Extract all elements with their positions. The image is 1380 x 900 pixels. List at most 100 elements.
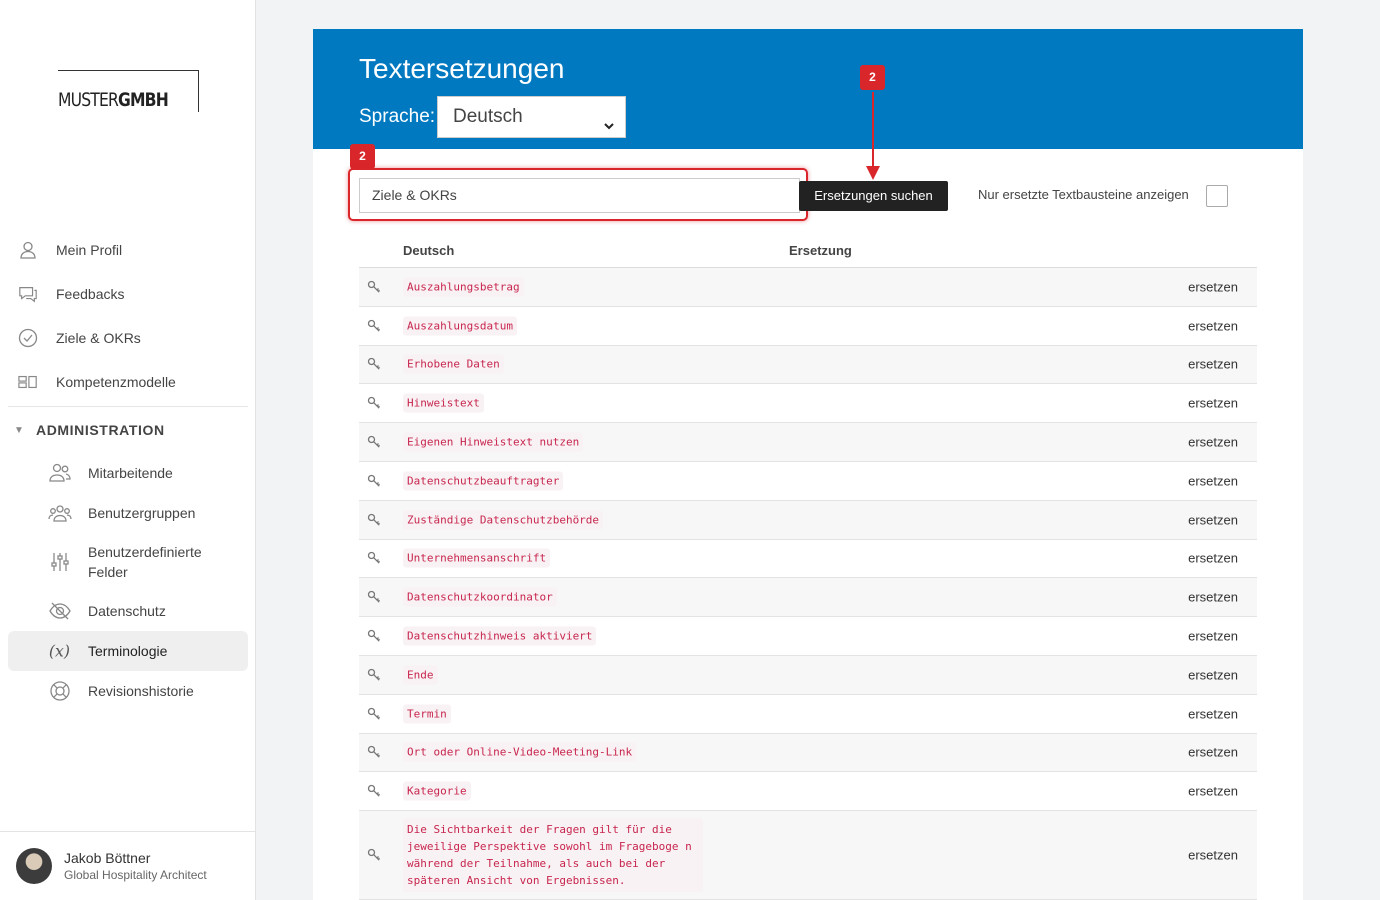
key-icon — [367, 396, 381, 410]
sidebar-item-terminology[interactable]: (x) Terminologie — [8, 631, 248, 671]
chevron-down-icon — [603, 109, 615, 149]
language-label: Sprache: — [359, 106, 436, 127]
table-row: Ende ersetzen — [359, 655, 1257, 695]
replace-link[interactable]: ersetzen — [1188, 473, 1238, 488]
filter-only-replaced-checkbox[interactable] — [1206, 185, 1228, 207]
table-row: Ort oder Online-Video-Meeting-Link ersetz… — [359, 733, 1257, 773]
search-replacements-button[interactable]: Ersetzungen suchen — [799, 181, 948, 211]
term-key: Auszahlungsdatum — [403, 316, 517, 336]
search-input[interactable]: Ziele & OKRs — [359, 178, 800, 213]
logo[interactable]: MUSTERGMBH — [58, 70, 199, 112]
term-key: Eigenen Hinweistext nutzen — [403, 432, 584, 452]
nav-item-label: Feedbacks — [56, 286, 125, 302]
term-key: Erhobene Daten — [403, 354, 504, 374]
key-icon — [367, 551, 381, 565]
key-icon — [367, 668, 381, 682]
term-key: Unternehmensanschrift — [403, 548, 551, 568]
key-icon — [367, 784, 381, 798]
key-icon — [367, 474, 381, 488]
replace-link[interactable]: ersetzen — [1188, 512, 1238, 527]
replace-link[interactable]: ersetzen — [1188, 706, 1238, 721]
replace-link[interactable]: ersetzen — [1188, 435, 1238, 450]
svg-text:(x): (x) — [49, 642, 70, 661]
nav-item-goals[interactable]: Ziele & OKRs — [8, 316, 248, 360]
user-name: Jakob Böttner — [64, 850, 151, 866]
annotation-badge-top: 2 — [860, 65, 885, 90]
replace-link[interactable]: ersetzen — [1188, 848, 1238, 863]
variable-icon: (x) — [48, 639, 72, 663]
sidebar: MUSTERGMBH Mein Profil Feedbacks Ziele &… — [0, 0, 256, 900]
replace-link[interactable]: ersetzen — [1188, 318, 1238, 333]
replace-link[interactable]: ersetzen — [1188, 590, 1238, 605]
table-row: Kategorie ersetzen — [359, 772, 1257, 812]
sidebar-item-label: Benutzerdefinierte Felder — [88, 544, 202, 580]
sidebar-item-label: Terminologie — [88, 643, 168, 659]
language-select-value: Deutsch — [453, 106, 523, 127]
term-key: Auszahlungsbetrag — [403, 277, 524, 297]
replace-link[interactable]: ersetzen — [1188, 667, 1238, 682]
user-role: Global Hospitality Architect — [64, 868, 207, 882]
key-icon — [367, 590, 381, 604]
replace-link[interactable]: ersetzen — [1188, 279, 1238, 294]
chat-icon — [18, 284, 38, 304]
table-row: Auszahlungsbetrag ersetzen — [359, 268, 1257, 307]
model-icon — [18, 372, 38, 392]
replace-link[interactable]: ersetzen — [1188, 551, 1238, 566]
logo-text-part1: MUSTER — [58, 89, 119, 111]
user-profile[interactable]: Jakob Böttner Global Hospitality Archite… — [0, 831, 256, 900]
term-key: Die Sichtbarkeit der Fragen gilt für die… — [403, 818, 703, 893]
lifebuoy-icon — [48, 679, 72, 703]
term-key: Ende — [403, 665, 438, 685]
key-icon — [367, 357, 381, 371]
table-row: Eigenen Hinweistext nutzen ersetzen — [359, 423, 1257, 462]
key-icon — [367, 319, 381, 333]
main-nav: Mein Profil Feedbacks Ziele & OKRs Kompe… — [8, 228, 248, 711]
key-icon — [367, 513, 381, 527]
replace-link[interactable]: ersetzen — [1188, 357, 1238, 372]
column-header-deutsch: Deutsch — [403, 243, 455, 258]
sidebar-item-custom-fields[interactable]: Benutzerdefinierte Felder — [8, 533, 248, 591]
key-icon — [367, 629, 381, 643]
replace-link[interactable]: ersetzen — [1188, 784, 1238, 799]
page-title: Textersetzungen — [359, 53, 565, 84]
table-row: Datenschutzbeauftragter ersetzen — [359, 462, 1257, 501]
sidebar-item-user-groups[interactable]: Benutzergruppen — [8, 493, 248, 533]
key-icon — [367, 848, 381, 862]
language-select[interactable]: Deutsch — [437, 96, 626, 138]
annotation-arrow — [866, 92, 880, 180]
replace-link[interactable]: ersetzen — [1188, 745, 1238, 760]
sidebar-item-revision-history[interactable]: Revisionshistorie — [8, 671, 248, 711]
avatar — [16, 848, 52, 884]
table-row: Erhobene Daten ersetzen — [359, 345, 1257, 385]
admin-section-label: ADMINISTRATION — [36, 422, 165, 438]
table-row: Unternehmensanschrift ersetzen — [359, 540, 1257, 579]
term-key: Ort oder Online-Video-Meeting-Link — [403, 742, 637, 762]
table-row: Termin ersetzen — [359, 695, 1257, 734]
table-row: Datenschutzhinweis aktiviert ersetzen — [359, 617, 1257, 656]
admin-section-toggle[interactable]: ▼ ADMINISTRATION — [8, 407, 248, 453]
logo-text-part2: GMBH — [118, 89, 169, 111]
eye-off-icon — [48, 599, 72, 623]
filter-only-replaced-label: Nur ersetzte Textbausteine anzeigen — [978, 187, 1189, 202]
annotation-badge-left: 2 — [350, 144, 375, 169]
nav-item-profile[interactable]: Mein Profil — [8, 228, 248, 272]
nav-item-feedbacks[interactable]: Feedbacks — [8, 272, 248, 316]
table-row: Die Sichtbarkeit der Fragen gilt für die… — [359, 811, 1257, 900]
sidebar-item-label: Mitarbeitende — [88, 465, 173, 481]
key-icon — [367, 280, 381, 294]
key-icon — [367, 435, 381, 449]
term-key: Datenschutzhinweis aktiviert — [403, 626, 597, 646]
key-icon — [367, 745, 381, 759]
user-icon — [18, 240, 38, 260]
sidebar-item-employees[interactable]: Mitarbeitende — [8, 453, 248, 493]
term-key: Datenschutzbeauftragter — [403, 471, 564, 491]
caret-down-icon: ▼ — [14, 424, 24, 436]
nav-item-competency-models[interactable]: Kompetenzmodelle — [8, 360, 248, 404]
nav-item-label: Kompetenzmodelle — [56, 374, 176, 390]
replace-link[interactable]: ersetzen — [1188, 629, 1238, 644]
term-key: Kategorie — [403, 781, 471, 801]
sidebar-item-privacy[interactable]: Datenschutz — [8, 591, 248, 631]
terms-table: Auszahlungsbetrag ersetzen Auszahlungsdatu… — [359, 267, 1257, 900]
replace-link[interactable]: ersetzen — [1188, 396, 1238, 411]
table-row: Zuständige Datenschutzbehörde ersetzen — [359, 500, 1257, 540]
